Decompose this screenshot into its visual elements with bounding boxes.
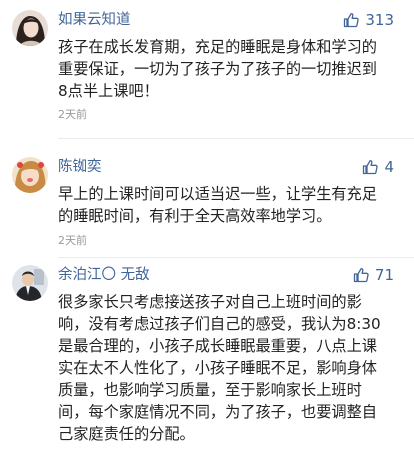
comment-time: 2天前 <box>58 234 87 247</box>
comment-text-line: 的睡眠时间，有利于全天高效率地学习。 <box>58 207 332 225</box>
comment-text-line: 8点半上课吧！ <box>58 82 159 100</box>
like-button[interactable]: 313 <box>343 10 394 30</box>
comment-text-line: 实在太不人性化了，小孩子睡眠不足，影响身体 <box>58 359 377 377</box>
avatar[interactable] <box>12 265 48 301</box>
comment-text-line: 间，每个家庭情况不同，为了孩子，也要调整自 <box>58 403 377 421</box>
comment-feed: 如果云知道 313 孩子在成长发育期，充足的睡眠是身体和学习的 重要保证，一切为… <box>0 0 414 466</box>
username[interactable]: 如果云知道 <box>58 10 131 30</box>
comment-text: 早上的上课时间可以适当迟一些，让学生有充足 的睡眠时间，有利于全天高效率地学习。 <box>58 183 403 227</box>
comment-text-line: 质量，也影响学习质量，至于影响家长上班时 <box>58 381 362 399</box>
avatar-photo-icon <box>12 10 48 46</box>
avatar-photo-icon <box>12 157 48 193</box>
comment-text-line: 很多家长只考虑接送孩子对自己上班时间的影 <box>58 293 362 311</box>
like-button[interactable]: 71 <box>353 265 394 285</box>
like-count: 71 <box>374 266 394 284</box>
username[interactable]: 余泊江〇 无敌 <box>58 265 150 285</box>
thumbs-up-icon <box>353 267 369 283</box>
divider <box>58 257 414 258</box>
avatar-photo-icon <box>12 265 48 301</box>
comment-text-line: 响，没有考虑过孩子们自己的感受，我认为8:30 <box>58 315 381 333</box>
thumbs-up-icon <box>344 12 360 28</box>
like-count: 4 <box>384 158 394 176</box>
comment-text-line: 是最合理的，小孩子成长睡眠最重要，八点上课 <box>58 337 377 355</box>
like-button[interactable]: 4 <box>362 157 394 177</box>
comment-text: 很多家长只考虑接送孩子对自己上班时间的影 响，没有考虑过孩子们自己的感受，我认为… <box>58 291 403 445</box>
thumbs-up-icon <box>363 159 379 175</box>
username[interactable]: 陈铷奕 <box>58 157 102 177</box>
comment-text-line: 早上的上课时间可以适当迟一些，让学生有充足 <box>58 185 377 203</box>
avatar[interactable] <box>12 10 48 46</box>
comment-item: 余泊江〇 无敌 71 很多家长只考虑接送孩子对自己上班时间的影 响，没有考虑过孩… <box>0 265 414 465</box>
divider <box>58 138 414 139</box>
comment-item: 陈铷奕 4 早上的上课时间可以适当迟一些，让学生有充足 的睡眠时间，有利于全天高… <box>0 157 414 252</box>
avatar[interactable] <box>12 157 48 193</box>
comment-text-line: 己家庭责任的分配。 <box>58 425 195 443</box>
comment-text-line: 重要保证，一切为了孩子为了孩子的一切推迟到 <box>58 60 377 78</box>
comment-item: 如果云知道 313 孩子在成长发育期，充足的睡眠是身体和学习的 重要保证，一切为… <box>0 10 414 130</box>
comment-time: 2天前 <box>58 108 87 121</box>
comment-text: 孩子在成长发育期，充足的睡眠是身体和学习的 重要保证，一切为了孩子为了孩子的一切… <box>58 36 403 102</box>
like-count: 313 <box>365 11 394 29</box>
comment-text-line: 孩子在成长发育期，充足的睡眠是身体和学习的 <box>58 38 377 56</box>
